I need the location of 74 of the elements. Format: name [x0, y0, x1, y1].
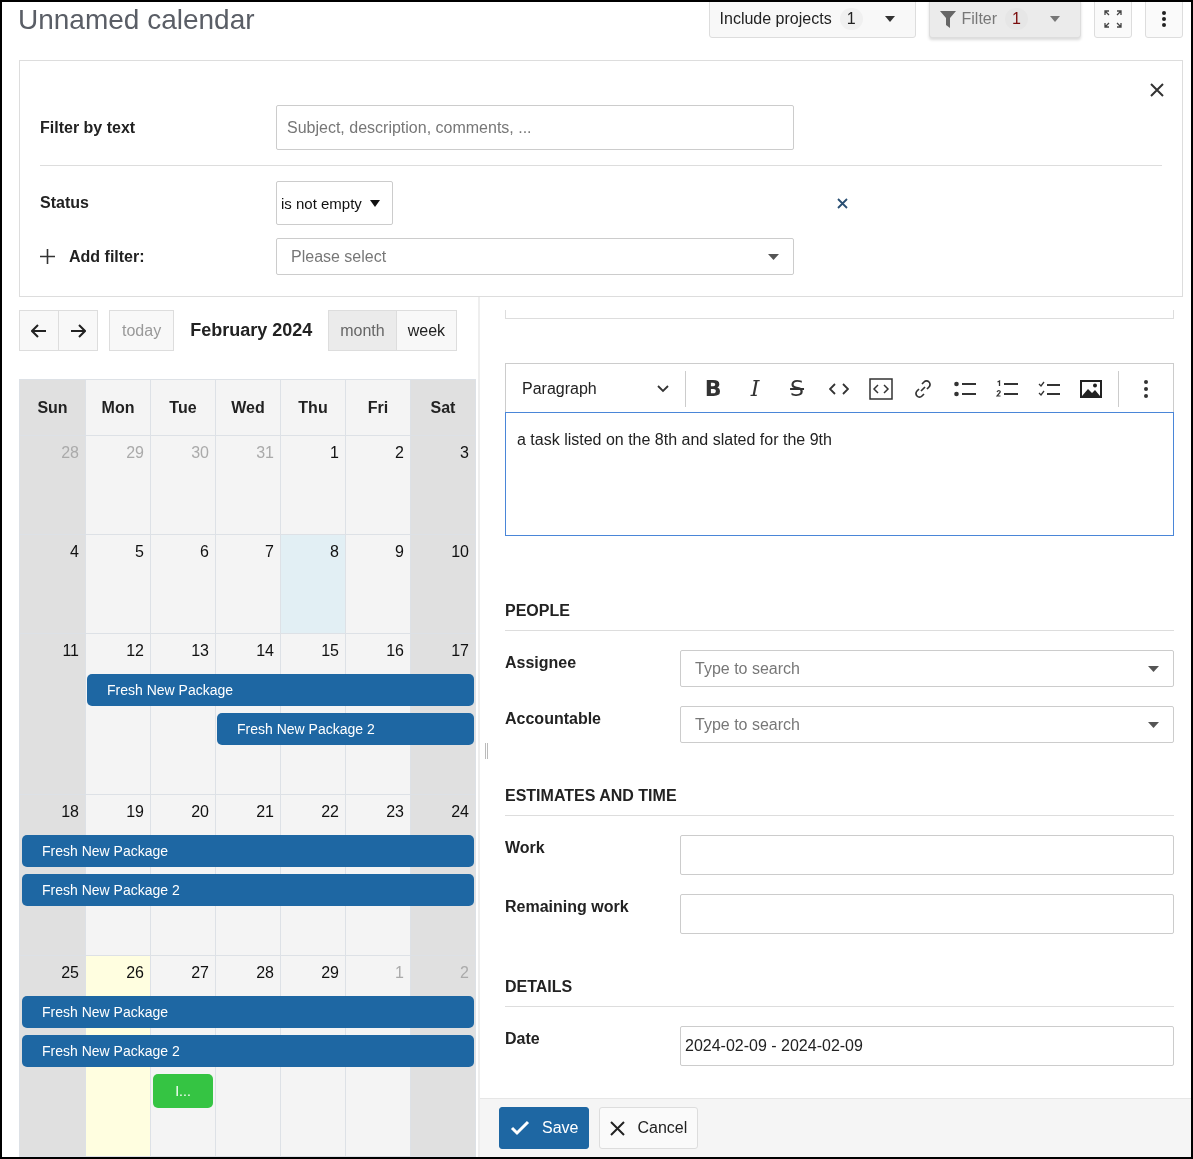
count-badge: 1 — [839, 8, 863, 30]
day-number[interactable]: 5 — [85, 535, 150, 573]
day-number[interactable]: 12 — [85, 634, 150, 672]
day-number[interactable]: 23 — [345, 795, 410, 833]
include-projects-button[interactable]: Include projects 1 — [708, 2, 916, 38]
count-badge: 1 — [1005, 8, 1028, 30]
day-number[interactable]: 21 — [215, 795, 280, 833]
calendar-title: Unnamed calendar — [18, 4, 255, 36]
editor-text[interactable]: a task listed on the 8th and slated for the 9th — [505, 412, 1174, 536]
search-select[interactable]: Type to search — [680, 706, 1174, 743]
event-bar[interactable]: Fresh New Package — [22, 835, 474, 867]
weekday-header: Sun — [20, 379, 85, 435]
weekday-header: Fri — [345, 379, 410, 435]
filter-button[interactable]: Filter 1 — [928, 2, 1081, 38]
paragraph-dropdown[interactable]: Paragraph — [514, 379, 678, 398]
day-number[interactable]: 19 — [85, 795, 150, 833]
day-number[interactable]: 29 — [280, 956, 345, 994]
event-bar[interactable]: Fresh New Package — [22, 996, 474, 1028]
day-number[interactable]: 16 — [345, 634, 410, 672]
event-bar[interactable]: Fresh New Package 2 — [22, 874, 474, 906]
event-bar[interactable]: Fresh New Package — [87, 674, 474, 706]
italic-button[interactable]: I — [736, 369, 775, 408]
strikethrough-button[interactable]: S — [778, 369, 817, 408]
section-heading: DETAILS — [505, 978, 1174, 1007]
day-number[interactable]: 25 — [20, 956, 85, 994]
weekday-header: Mon — [85, 379, 150, 435]
filter-label: Filter by text — [40, 118, 137, 137]
field-label: Date — [505, 1029, 541, 1048]
day-number[interactable]: 24 — [410, 795, 475, 833]
section-heading: ESTIMATES AND TIME — [505, 787, 1174, 816]
day-number[interactable]: 2 — [345, 436, 410, 474]
day-number[interactable]: 27 — [150, 956, 215, 994]
field-label: Assignee — [505, 653, 578, 672]
day-number[interactable]: 26 — [85, 956, 150, 994]
field-label: Work — [505, 838, 546, 857]
day-number[interactable]: 13 — [150, 634, 215, 672]
day-number[interactable]: 22 — [280, 795, 345, 833]
filter-label: Status — [40, 194, 90, 212]
day-number[interactable]: 3 — [410, 436, 475, 474]
operator-select[interactable]: is not empty — [276, 181, 393, 225]
day-number[interactable]: 18 — [20, 795, 85, 833]
filter-text-field[interactable]: Subject, description, comments, ... — [276, 105, 794, 150]
cancel-button[interactable]: Cancel — [599, 1107, 699, 1149]
day-number[interactable]: 11 — [20, 634, 85, 672]
day-number[interactable]: 10 — [410, 535, 475, 573]
weekday-header: Wed — [215, 379, 280, 435]
field-label: Remaining work — [505, 897, 630, 916]
day-number[interactable]: 6 — [150, 535, 215, 573]
view-tab[interactable]: month — [328, 310, 397, 351]
month-title: February 2024 — [190, 320, 313, 341]
add-filter-select[interactable]: Please select — [276, 238, 794, 275]
bold-button[interactable]: B — [694, 369, 733, 408]
event-bar[interactable]: Fresh New Package 2 — [217, 713, 474, 745]
weekday-header: Tue — [150, 379, 215, 435]
day-number[interactable]: 17 — [410, 634, 475, 672]
save-button[interactable]: Save — [499, 1107, 590, 1149]
weekday-header: Sat — [410, 379, 475, 435]
search-select[interactable]: Type to search — [680, 650, 1174, 687]
event-bar[interactable]: Fresh New Package 2 — [22, 1035, 474, 1067]
day-number[interactable]: 9 — [345, 535, 410, 573]
day-number[interactable]: 7 — [215, 535, 280, 573]
day-number[interactable]: 20 — [150, 795, 215, 833]
input-field[interactable]: 2024-02-09 - 2024-02-09 — [680, 1026, 1174, 1066]
weekday-header: Thu — [280, 379, 345, 435]
section-heading: PEOPLE — [505, 602, 1174, 631]
field-label: Accountable — [505, 709, 602, 728]
day-number[interactable]: 1 — [280, 436, 345, 474]
add-filter-label: Add filter: — [69, 247, 145, 266]
day-number[interactable]: 14 — [215, 634, 280, 672]
day-number[interactable]: 15 — [280, 634, 345, 672]
day-number[interactable]: 28 — [215, 956, 280, 994]
day-number[interactable]: 8 — [280, 535, 345, 573]
view-tab[interactable]: week — [396, 310, 458, 351]
day-number[interactable]: 4 — [20, 535, 85, 573]
